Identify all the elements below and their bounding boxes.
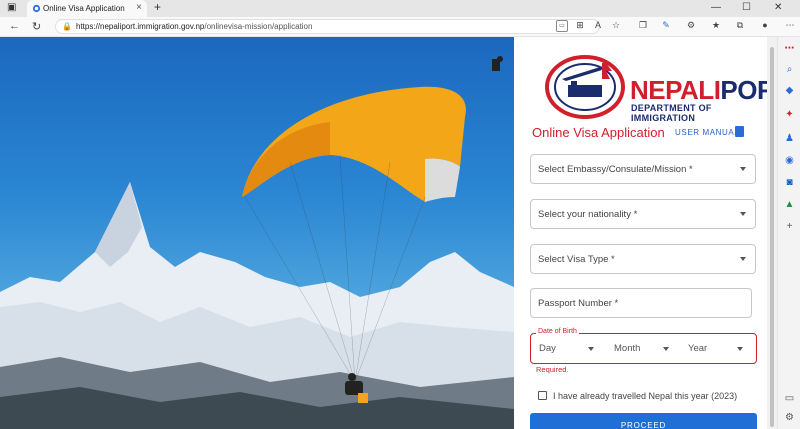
tab-close-icon[interactable]: × xyxy=(136,2,142,13)
travelled-checkbox-label[interactable]: I have already travelled Nepal this year… xyxy=(553,391,737,401)
page-scrollbar[interactable] xyxy=(767,37,777,429)
minimize-button[interactable]: — xyxy=(711,2,721,13)
favicon-icon xyxy=(32,4,41,13)
chevron-down-icon xyxy=(740,257,746,261)
travelled-checkbox[interactable] xyxy=(538,391,547,400)
more-icon[interactable]: ⋯ xyxy=(784,20,796,32)
extensions-icon[interactable]: ⚙ xyxy=(685,20,697,32)
tab-online-visa[interactable]: Online Visa Application × xyxy=(27,0,147,17)
address-bar[interactable]: 🔒 https://nepaliport.immigration.gov.np /… xyxy=(55,19,600,34)
chevron-down-icon[interactable] xyxy=(663,347,669,351)
tab-actions-icon[interactable]: ▣ xyxy=(7,2,16,13)
logo-emblem xyxy=(545,55,625,119)
visa-type-select-label: Select Visa Type * xyxy=(538,253,615,265)
games-icon[interactable]: ♟ xyxy=(783,133,796,146)
new-tab-button[interactable]: + xyxy=(154,0,161,14)
edit-icon[interactable]: ✎ xyxy=(660,20,672,32)
search-icon[interactable]: ⌕ xyxy=(783,64,796,77)
logo-wordmark: NEPALIPORT xyxy=(630,75,767,106)
close-window-button[interactable]: ✕ xyxy=(774,2,782,13)
nationality-select[interactable]: Select your nationality * xyxy=(530,199,756,229)
logo-word-blue: PORT xyxy=(720,75,767,105)
sidebar-toggle-icon[interactable]: ▭ xyxy=(783,393,796,406)
dob-year-select[interactable]: Year xyxy=(688,343,707,354)
favorites-bar-icon[interactable]: ★ xyxy=(710,20,722,32)
nationality-select-label: Select your nationality * xyxy=(538,208,638,220)
user-manual-link[interactable]: USER MANUAL xyxy=(675,128,739,137)
chevron-down-icon xyxy=(740,167,746,171)
office-icon[interactable]: ◉ xyxy=(783,155,796,168)
visa-form-panel: NEPALIPORT DEPARTMENT OF IMMIGRATION Onl… xyxy=(514,37,767,429)
lock-icon[interactable]: 🔒 xyxy=(62,22,72,31)
date-of-birth-group: Day Month Year xyxy=(530,333,757,364)
favorites-icon[interactable]: ☆ xyxy=(610,20,622,32)
read-aloud-icon[interactable]: A xyxy=(592,20,604,32)
passport-number-input[interactable]: Passport Number * xyxy=(530,288,752,318)
split-screen-icon[interactable]: ⊞ xyxy=(574,20,586,32)
collections-list-icon[interactable]: ⧉ xyxy=(734,20,746,32)
nepaliport-logo: NEPALIPORT DEPARTMENT OF IMMIGRATION xyxy=(540,51,767,123)
tools-icon[interactable]: ✦ xyxy=(783,109,796,122)
dob-day-select[interactable]: Day xyxy=(539,343,556,354)
browser-toolbar: ← ↻ 🔒 https://nepaliport.immigration.gov… xyxy=(0,17,800,37)
page-title: Online Visa Application xyxy=(532,125,665,140)
drop-icon[interactable]: ▲ xyxy=(783,199,796,212)
embassy-select-label: Select Embassy/Consulate/Mission * xyxy=(538,163,693,175)
visa-type-select[interactable]: Select Visa Type * xyxy=(530,244,756,274)
user-manual-icon[interactable] xyxy=(735,126,744,137)
edge-sidebar: ⋯ ⌕ ◆ ✦ ♟ ◉ ◙ ▲ + ▭ ⚙ xyxy=(777,37,800,429)
shopping-icon[interactable]: ◆ xyxy=(783,85,796,98)
chevron-down-icon[interactable] xyxy=(737,347,743,351)
chevron-down-icon[interactable] xyxy=(588,347,594,351)
passport-number-placeholder: Passport Number * xyxy=(538,297,619,309)
tab-title: Online Visa Application xyxy=(43,4,125,13)
proceed-button[interactable]: PROCEED xyxy=(530,413,757,429)
copilot-icon[interactable]: ⋯ xyxy=(783,43,796,56)
back-icon[interactable]: ← xyxy=(9,20,20,32)
hero-image-paraglider xyxy=(0,37,514,429)
logo-word-red: NEPALI xyxy=(630,75,721,105)
refresh-icon[interactable]: ↻ xyxy=(32,20,41,33)
add-icon[interactable]: + xyxy=(783,221,796,234)
logo-subtitle: DEPARTMENT OF IMMIGRATION xyxy=(631,103,712,123)
profile-icon[interactable]: ● xyxy=(759,20,771,32)
maximize-button[interactable]: ☐ xyxy=(742,2,751,13)
dob-month-select[interactable]: Month xyxy=(614,343,640,354)
tab-bar: ▣ Online Visa Application × + — ☐ ✕ xyxy=(0,0,800,17)
url-path: /onlinevisa-mission/application xyxy=(204,22,313,31)
chevron-down-icon xyxy=(740,212,746,216)
embassy-select[interactable]: Select Embassy/Consulate/Mission * xyxy=(530,154,756,184)
settings-icon[interactable]: ⚙ xyxy=(783,412,796,425)
outlook-icon[interactable]: ◙ xyxy=(783,177,796,190)
app-available-icon[interactable]: ▭ xyxy=(556,20,568,32)
url-host: https://nepaliport.immigration.gov.np xyxy=(76,22,205,31)
scrollbar-thumb[interactable] xyxy=(770,47,774,427)
mountain-illustration xyxy=(0,56,514,429)
dob-legend: Date of Birth xyxy=(536,328,579,335)
collections-icon[interactable]: ❐ xyxy=(637,20,649,32)
dob-error-text: Required. xyxy=(536,365,569,374)
